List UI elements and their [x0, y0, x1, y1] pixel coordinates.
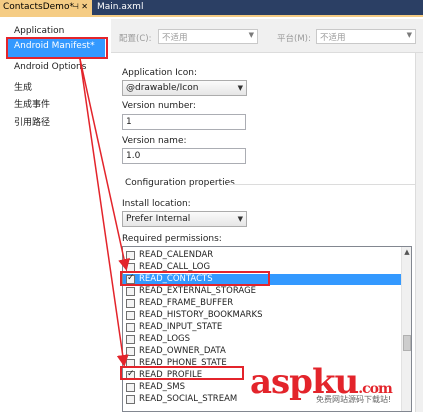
section-divider — [228, 184, 418, 185]
config-properties-heading: Configuration properties — [125, 178, 235, 188]
chevron-down-icon: ▼ — [248, 31, 254, 39]
permission-checkbox[interactable] — [126, 395, 135, 404]
tab-contactsdemo[interactable]: ContactsDemo* ⊣ ✕ — [0, 0, 92, 17]
permission-row[interactable]: READ_HISTORY_BOOKMARKS — [123, 310, 402, 321]
sidebar-item-build-events[interactable]: 生成事件 — [14, 97, 50, 110]
permission-name: READ_HISTORY_BOOKMARKS — [139, 310, 263, 320]
watermark-tagline: 免费网站源码下载站! — [316, 395, 392, 404]
config-label: 配置(C): — [119, 34, 152, 44]
permission-checkbox[interactable] — [126, 311, 135, 320]
document-tab-strip: ContactsDemo* ⊣ ✕ Main.axml — [0, 0, 423, 17]
tab-contactsdemo-label: ContactsDemo* — [3, 2, 74, 12]
permission-checkbox[interactable] — [126, 323, 135, 332]
chevron-down-icon: ▼ — [406, 31, 412, 39]
permissions-scrollbar[interactable]: ▲ — [401, 247, 411, 411]
version-number-label: Version number: — [122, 101, 196, 111]
permission-checkbox[interactable] — [126, 287, 135, 296]
platform-select-value: 不适用 — [320, 33, 346, 43]
install-location-combo[interactable]: Prefer Internal ▼ — [122, 211, 247, 227]
sidebar-item-android-options[interactable]: Android Options — [14, 62, 86, 72]
permission-checkbox[interactable] — [126, 347, 135, 356]
permission-name: READ_SMS — [139, 382, 186, 392]
permission-row[interactable]: READ_LOGS — [123, 334, 402, 345]
permission-row[interactable]: READ_CALENDAR — [123, 250, 402, 261]
scroll-up-icon[interactable]: ▲ — [402, 247, 411, 257]
config-select-value: 不适用 — [162, 33, 188, 43]
permission-name: READ_OWNER_DATA — [139, 346, 226, 356]
permission-name: READ_SOCIAL_STREAM — [139, 394, 238, 404]
permission-name: READ_FRAME_BUFFER — [139, 298, 234, 308]
permission-row[interactable]: READ_FRAME_BUFFER — [123, 298, 402, 309]
platform-label: 平台(M): — [277, 34, 311, 44]
annotation-box-read-profile — [120, 366, 244, 380]
sidebar-item-build[interactable]: 生成 — [14, 80, 32, 93]
permission-name: READ_LOGS — [139, 334, 190, 344]
chevron-down-icon: ▼ — [237, 84, 243, 92]
version-name-field[interactable]: 1.0 — [122, 148, 246, 164]
install-location-label: Install location: — [122, 199, 191, 209]
platform-select[interactable]: 不适用 ▼ — [316, 29, 416, 44]
permission-checkbox[interactable] — [126, 299, 135, 308]
scroll-thumb[interactable] — [403, 335, 411, 351]
app-icon-combo[interactable]: @drawable/Icon ▼ — [122, 80, 247, 96]
permission-row[interactable]: READ_INPUT_STATE — [123, 322, 402, 333]
configuration-toolbar: 配置(C): 不适用 ▼ 平台(M): 不适用 ▼ — [111, 19, 423, 53]
permission-name: READ_INPUT_STATE — [139, 322, 223, 332]
permission-checkbox[interactable] — [126, 335, 135, 344]
app-icon-value: @drawable/Icon — [126, 83, 199, 93]
tab-main-axml-label: Main.axml — [97, 2, 144, 12]
permission-name: READ_CALENDAR — [139, 250, 214, 260]
tab-main-axml[interactable]: Main.axml — [94, 1, 143, 16]
chevron-down-icon: ▼ — [237, 215, 243, 223]
pin-icon[interactable]: ⊣ ✕ — [72, 2, 88, 11]
page-scrollbar[interactable] — [415, 53, 423, 412]
permission-checkbox[interactable] — [126, 251, 135, 260]
version-number-field[interactable]: 1 — [122, 114, 246, 130]
project-properties-nav — [0, 19, 111, 412]
config-select[interactable]: 不适用 ▼ — [158, 29, 258, 44]
permission-checkbox[interactable] — [126, 383, 135, 392]
sidebar-item-reference-paths[interactable]: 引用路径 — [14, 115, 50, 128]
permission-row[interactable]: READ_OWNER_DATA — [123, 346, 402, 357]
annotation-box-manifest — [6, 37, 108, 59]
version-name-label: Version name: — [122, 136, 187, 146]
required-permissions-label: Required permissions: — [122, 234, 222, 244]
permission-name: READ_EXTERNAL_STORAGE — [139, 286, 257, 296]
permission-row[interactable]: READ_EXTERNAL_STORAGE — [123, 286, 402, 297]
sidebar-item-application[interactable]: Application — [14, 26, 64, 36]
app-icon-label: Application Icon: — [122, 68, 197, 78]
install-location-value: Prefer Internal — [126, 214, 191, 224]
annotation-box-read-contacts — [120, 271, 270, 286]
